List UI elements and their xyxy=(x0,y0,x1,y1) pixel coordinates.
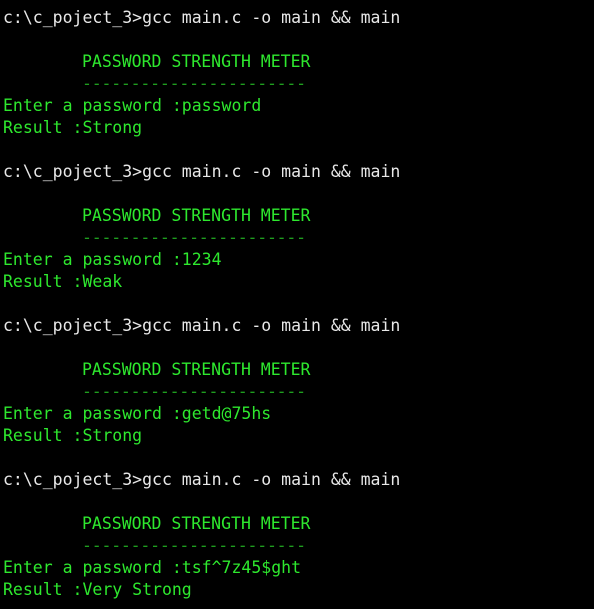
result-line: Result :Weak xyxy=(3,272,123,291)
program-title: PASSWORD STRENGTH METER xyxy=(82,514,311,533)
title-divider: ----------------------- xyxy=(82,536,306,555)
run-block: c:\c_poject_3>gcc main.c -o main && main… xyxy=(3,469,594,601)
command-prompt-line: c:\c_poject_3>gcc main.c -o main && main xyxy=(3,8,401,27)
run-block: c:\c_poject_3>gcc main.c -o main && main… xyxy=(3,161,594,315)
command-prompt-line: c:\c_poject_3>gcc main.c -o main && main xyxy=(3,162,401,181)
command-prompt-line: c:\c_poject_3>gcc main.c -o main && main xyxy=(3,316,401,335)
title-divider: ----------------------- xyxy=(82,74,306,93)
title-divider: ----------------------- xyxy=(82,228,306,247)
password-input-line: Enter a password :tsf^7z45$ght xyxy=(3,558,302,577)
run-block: c:\c_poject_3>gcc main.c -o main && main… xyxy=(3,315,594,469)
result-line: Result :Strong xyxy=(3,118,143,137)
command-prompt-line: c:\c_poject_3>gcc main.c -o main && main xyxy=(3,470,401,489)
program-title: PASSWORD STRENGTH METER xyxy=(82,206,311,225)
password-input-line: Enter a password :getd@75hs xyxy=(3,404,272,423)
program-title: PASSWORD STRENGTH METER xyxy=(82,52,311,71)
result-line: Result :Very Strong xyxy=(3,580,192,599)
terminal-output[interactable]: c:\c_poject_3>gcc main.c -o main && main… xyxy=(3,7,594,609)
password-input-line: Enter a password :1234 xyxy=(3,250,222,269)
program-title: PASSWORD STRENGTH METER xyxy=(82,360,311,379)
result-line: Result :Strong xyxy=(3,426,143,445)
title-divider: ----------------------- xyxy=(82,382,306,401)
run-block: c:\c_poject_3>gcc main.c -o main && main… xyxy=(3,7,594,161)
password-input-line: Enter a password :password xyxy=(3,96,262,115)
